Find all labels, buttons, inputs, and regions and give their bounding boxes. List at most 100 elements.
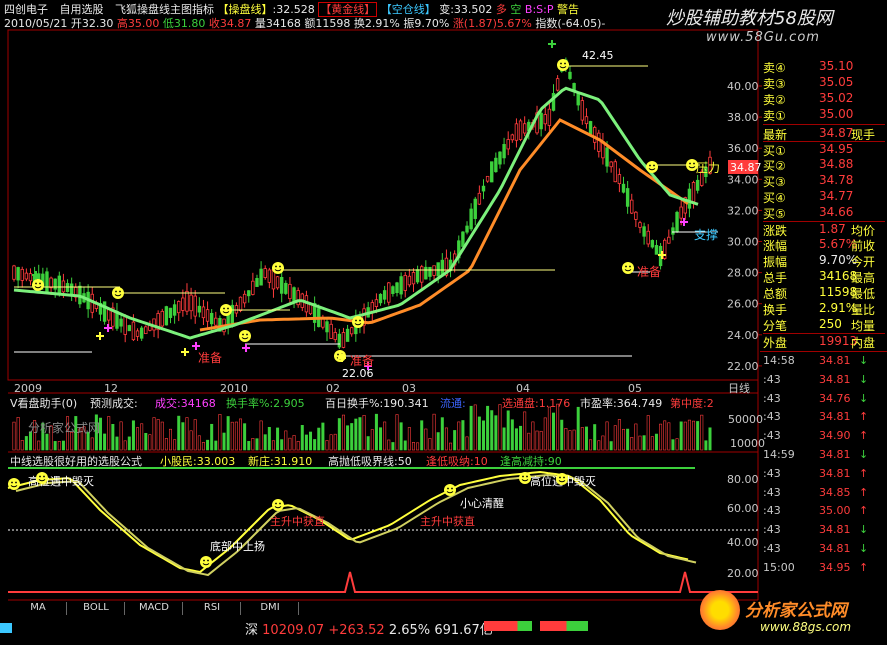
y-tick-label: 30.00	[727, 236, 759, 249]
smiley-icon	[622, 262, 634, 274]
volume-bar	[333, 433, 337, 451]
smiley-icon	[8, 478, 20, 490]
volume-bar	[403, 440, 407, 451]
candle-body	[642, 226, 646, 237]
volume-bar	[354, 418, 358, 451]
buy-row-5[interactable]: 买⑤ 34.66	[763, 205, 885, 221]
candle-body	[494, 157, 498, 173]
y-tick-label: 28.00	[727, 267, 759, 280]
tick-price: 34.81	[819, 372, 851, 386]
volume-bar	[37, 440, 41, 451]
volume-bar	[622, 428, 626, 451]
indicator-low-suck: 逢低吸纳:10	[426, 455, 488, 468]
tick-time: :43	[763, 542, 781, 555]
candle-body	[24, 272, 29, 280]
candle-body	[613, 161, 617, 183]
tick-list[interactable]: 14:58 34.81 ↓:43 34.81 ↓:43 34.76 ↓:43 34.81 ↑:4…	[760, 351, 887, 574]
tick-row[interactable]: :43 34.90 ↑	[763, 429, 885, 444]
candle-body	[172, 304, 177, 316]
candle-body	[543, 114, 547, 125]
signal-plus-icon	[192, 342, 200, 350]
volume-bar	[634, 423, 638, 451]
sell-row-2[interactable]: 卖② 35.02	[763, 91, 885, 107]
tick-row[interactable]: 14:59 34.81 ↓	[763, 448, 885, 463]
volume-bar	[424, 428, 428, 451]
volume-bar	[325, 440, 329, 451]
tab-boll[interactable]: BOLL	[68, 602, 125, 615]
volume-bar	[300, 425, 304, 451]
tab-rsi[interactable]: RSI	[184, 602, 241, 615]
signal-plus-icon	[96, 332, 104, 340]
smiley-icon	[272, 499, 284, 511]
candle-body	[345, 328, 350, 342]
volume-bar	[432, 413, 436, 451]
tick-row[interactable]: 14:58 34.81 ↓	[763, 354, 885, 369]
volume-bar	[568, 430, 572, 451]
latest-row[interactable]: 最新 34.87 现手	[763, 124, 885, 142]
buy-row-1[interactable]: 买① 34.95	[763, 141, 885, 158]
tick-row[interactable]: :43 35.00 ↑	[763, 504, 885, 519]
volume-bar	[119, 421, 123, 451]
volume-bar	[683, 421, 687, 451]
volume-bar	[420, 420, 424, 451]
sell-row-1[interactable]: 卖① 35.00	[763, 107, 885, 123]
buy-row-3[interactable]: 买③ 34.78	[763, 173, 885, 189]
sell-row-3[interactable]: 卖③ 35.05	[763, 75, 885, 91]
candle-body	[20, 268, 24, 281]
candle-body	[428, 266, 432, 277]
ind-y-tick: 80.00	[727, 473, 759, 486]
site-watermark-url-text: www.58Gu.com	[706, 30, 820, 45]
candle-body	[16, 267, 20, 281]
tick-row[interactable]: :43 34.81 ↓	[763, 373, 885, 388]
volume-bar	[131, 420, 135, 451]
volume-bar	[519, 425, 523, 451]
tick-row[interactable]: :43 34.81 ↑	[763, 467, 885, 482]
candle-body	[498, 151, 502, 165]
buy-row-2[interactable]: 买② 34.88	[763, 157, 885, 173]
arrow-up-icon: ↑	[859, 560, 869, 574]
candle-body	[374, 299, 379, 307]
volume-bar	[613, 425, 617, 451]
volume-bar	[498, 404, 502, 451]
volume-bar	[251, 438, 255, 451]
main-y-axis: 40.00 38.00 36.00 34.00 32.00 30.00 28.00 26.00…	[727, 80, 762, 373]
sell-row-4[interactable]: 卖④ 35.10	[763, 59, 885, 75]
volume-bar	[329, 434, 333, 451]
volume-bar	[271, 440, 275, 451]
volume-bar	[288, 437, 292, 451]
reference-lines	[14, 65, 700, 311]
indicator-tabs: MA BOLL MACD RSI DMI	[0, 602, 300, 615]
chart-canvas[interactable]: 40.00 38.00 36.00 34.00 32.00 30.00 28.00 26.00…	[0, 0, 887, 645]
candle-body	[28, 273, 33, 282]
stat-row-2: 涨幅 5.67% 前收	[763, 237, 876, 253]
volume-bar	[267, 427, 271, 451]
tick-row[interactable]: :43 34.81 ↑	[763, 410, 885, 425]
candle-body	[502, 144, 506, 159]
y-tick-label: 26.00	[727, 298, 759, 311]
tick-time: :43	[763, 410, 781, 424]
candle-body	[337, 333, 342, 348]
tab-macd[interactable]: MACD	[126, 602, 183, 615]
tick-row[interactable]: :43 34.81 ↓	[763, 542, 885, 557]
volume-bar	[609, 441, 613, 451]
candle-body	[284, 282, 288, 294]
volume-bar	[461, 420, 465, 451]
tick-row[interactable]: :43 34.85 ↑	[763, 486, 885, 501]
tick-row[interactable]: :43 34.76 ↓	[763, 392, 885, 407]
candle-body	[127, 325, 132, 332]
candle-body	[259, 268, 263, 286]
volume-bar	[440, 417, 444, 451]
volume-bar	[593, 424, 597, 451]
tab-ma[interactable]: MA	[10, 602, 67, 615]
buy-row-4[interactable]: 买④ 34.77	[763, 189, 885, 205]
candle-body	[214, 317, 218, 326]
candle-body	[514, 123, 519, 141]
tick-row[interactable]: 15:00 34.95 ↑	[763, 561, 885, 576]
tab-dmi[interactable]: DMI	[242, 602, 299, 615]
tick-row[interactable]: :43 34.81 ↓	[763, 523, 885, 538]
candle-body	[634, 211, 638, 220]
indicator-title: 中线选股很好用的选股公式	[10, 454, 142, 468]
candle-body	[160, 310, 164, 327]
candle-body	[518, 120, 523, 140]
volume-bar	[601, 435, 605, 451]
